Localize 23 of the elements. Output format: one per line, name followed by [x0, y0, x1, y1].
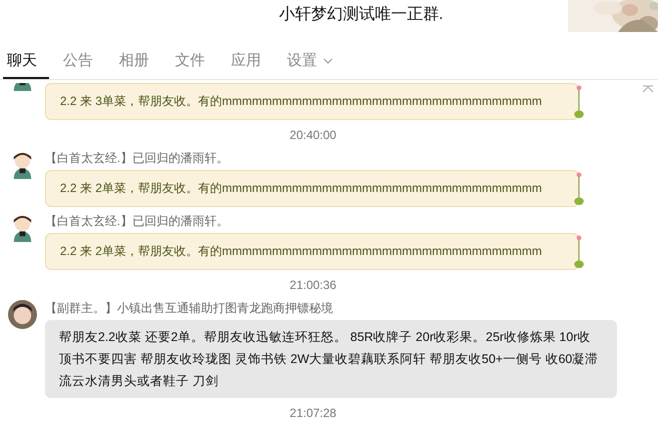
sender-name: 【副群主。】小镇出售互通辅助打图青龙跑商押镖秘境: [45, 300, 334, 317]
message-text: 2.2 来 2单菜，帮朋友收。有的mmmmmmmmmmmmmmmmmmmmmmmmmmmmmmmm: [60, 243, 542, 260]
tab[interactable]: 聊天: [3, 44, 49, 79]
chevron-up-icon[interactable]: [642, 85, 654, 93]
avatar-icon: [8, 300, 37, 329]
tab[interactable]: 文件: [171, 44, 217, 79]
sender-name: 【白首太玄经.】已回归的潘雨轩。: [45, 213, 230, 230]
timestamp: 21:00:36: [288, 278, 338, 292]
timestamp: 21:07:28: [288, 406, 338, 420]
window-title: 小轩梦幻测试唯一正群.: [278, 4, 444, 25]
tab[interactable]: 公告: [59, 44, 105, 79]
tab[interactable]: 应用: [227, 44, 273, 79]
message-text: 2.2 来 2单菜，帮朋友收。有的mmmmmmmmmmmmmmmmmmmmmmmmmmmmmmmm: [60, 180, 542, 197]
message-text: 帮朋友2.2收菜 还要2单。帮朋友收迅敏连环狂怒。 85R收牌子 20r收彩果。25r收修炼果 10r收顶书不要四害 帮朋友收玲珑图 灵饰书铁 2W大量收碧藕联系阿轩 帮朋友收50+一侧号 收60凝滞流云水清男头或者鞋子 刀剑: [59, 329, 600, 390]
message-text: 2.2 来 3单菜，帮朋友收。有的mmmmmmmmmmmmmmmmmmmmmmmmmmmmmmmm: [60, 93, 542, 110]
flower-icon: [574, 172, 584, 206]
sender-name: 【白首太玄经.】已回归的潘雨轩。: [45, 150, 230, 167]
tab[interactable]: 相册: [115, 44, 161, 79]
timestamp: 20:40:00: [288, 128, 338, 142]
flower-icon: [574, 235, 584, 269]
flower-icon: [574, 85, 584, 119]
chevron-down-icon: [323, 58, 333, 64]
tab[interactable]: 设置: [283, 44, 345, 79]
